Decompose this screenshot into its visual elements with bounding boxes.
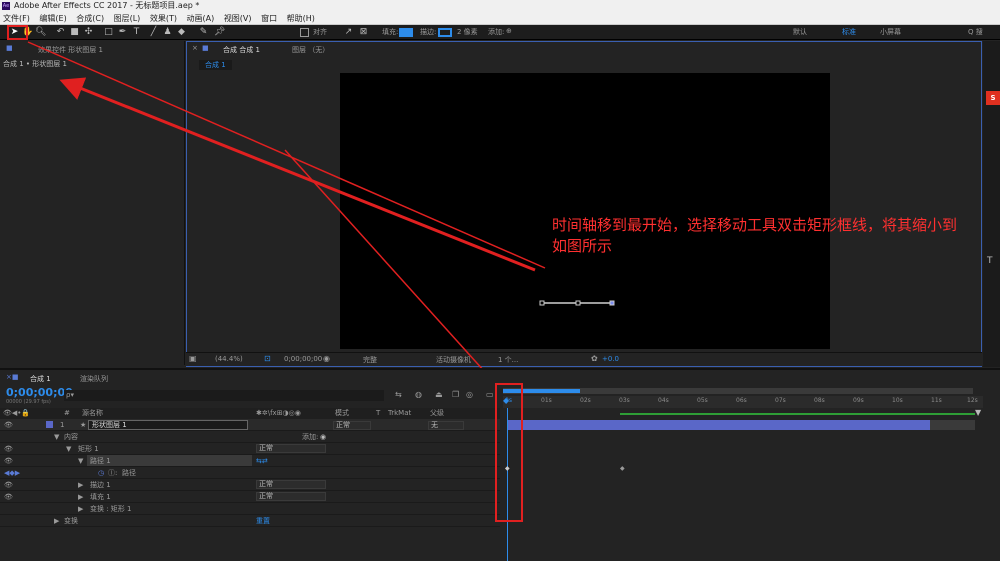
switches-icons: ✱✲\fx⊞◑◎◉	[256, 409, 301, 417]
rectangle-group-label: 矩形 1	[78, 445, 99, 453]
tick-label: 02s	[580, 397, 591, 404]
prop-transform[interactable]: ▶ 变换 重置	[0, 515, 500, 527]
contents-label: 内容	[64, 433, 78, 441]
prop-rectangle-group[interactable]: 👁 ▼ 矩形 1 正常	[0, 443, 500, 455]
tick-label: 06s	[736, 397, 747, 404]
tick-label: 07s	[775, 397, 786, 404]
expand-arrow-icon[interactable]: ▶	[54, 515, 59, 527]
graph-editor-icon[interactable]: ▭	[486, 390, 494, 399]
label-column-icon: #	[64, 409, 70, 417]
col-trkmat: TrkMat	[388, 409, 412, 417]
comp-mini-flowchart-icon[interactable]: ⇆	[395, 390, 402, 399]
fill-blend-select[interactable]: 正常	[256, 492, 326, 501]
hide-shy-icon[interactable]: ⏏	[435, 390, 443, 399]
render-bar	[620, 413, 975, 415]
tick-label: 04s	[658, 397, 669, 404]
expand-arrow-icon[interactable]: ▼	[66, 443, 71, 455]
layer-column-header: 👁◀•🔒 # 源名称 ✱✲\fx⊞◑◎◉ 模式 T TrkMat 父级	[0, 408, 500, 419]
prop-transform-rect[interactable]: ▶ 变换 : 矩形 1	[0, 503, 500, 515]
path-direction-icon[interactable]: ⇆⇄	[256, 455, 268, 467]
keyframe-marker[interactable]: ◆	[620, 465, 625, 472]
timeline-search-input[interactable]: ρ▾	[64, 390, 384, 401]
fill-1-label: 填充 1	[90, 493, 111, 501]
path-label: 路径	[122, 469, 136, 477]
expand-arrow-icon[interactable]: ▶	[78, 479, 83, 491]
expand-arrow-icon[interactable]: ▼	[78, 455, 83, 467]
draft-3d-icon[interactable]: ◍	[415, 390, 422, 399]
transform-rect-label: 变换 : 矩形 1	[90, 505, 132, 513]
col-source-name: 源名称	[82, 409, 103, 417]
visibility-eye-icon[interactable]: 👁	[4, 479, 13, 491]
layer-parent-select[interactable]: 无	[428, 421, 464, 430]
prop-stroke-1[interactable]: 👁 ▶ 描边 1 正常	[0, 479, 500, 491]
keyframe-nav-icon[interactable]: ◀◆▶	[4, 467, 20, 479]
prop-fill-1[interactable]: 👁 ▶ 填充 1 正常	[0, 491, 500, 503]
col-parent: 父级	[430, 409, 444, 417]
transform-reset-link[interactable]: 重置	[256, 515, 270, 527]
prop-path[interactable]: ◀◆▶ ◷ ⓛ: 路径	[0, 467, 500, 479]
add-contents-button[interactable]: 添加:	[302, 431, 318, 443]
frame-blending-icon[interactable]: ❐	[452, 390, 459, 399]
visibility-eye-icon[interactable]: 👁	[4, 491, 13, 503]
col-t: T	[376, 409, 381, 417]
layer-row[interactable]: 👁 1 ★ 形状图层 1 正常 无	[0, 419, 500, 431]
layer-name[interactable]: 形状图层 1	[88, 420, 248, 430]
tick-label: 10s	[892, 397, 903, 404]
stroke-1-label: 描边 1	[90, 481, 111, 489]
tick-label: 03s	[619, 397, 630, 404]
prop-path-1[interactable]: 👁 ▼ 路径 1 ⇆⇄	[0, 455, 500, 467]
rectangle-blend-select[interactable]: 正常	[256, 444, 326, 453]
path-1-label: 路径 1	[87, 455, 252, 466]
tick-label: 08s	[814, 397, 825, 404]
playhead-highlight	[495, 383, 523, 522]
tick-label: 05s	[697, 397, 708, 404]
expand-arrow-icon[interactable]: ▶	[78, 491, 83, 503]
layer-duration-bar[interactable]	[507, 420, 930, 430]
timeline-timecode[interactable]: 0;00;00;00	[6, 386, 73, 399]
timeline-comp-tab[interactable]: 合成 1	[30, 374, 51, 384]
tick-label: 11s	[931, 397, 942, 404]
visibility-eye-icon[interactable]: 👁	[4, 455, 13, 467]
expand-arrow-icon[interactable]: ▼	[54, 431, 59, 443]
transform-label: 变换	[64, 517, 78, 525]
timeline-fps: 00000 (29.97 fps)	[6, 399, 51, 405]
timeline-panel: ×■ 合成 1 渲染队列 0;00;00;00 00000 (29.97 fps…	[0, 368, 1000, 561]
tick-label: 12s	[967, 397, 978, 404]
motion-blur-icon[interactable]: ◎	[466, 390, 473, 399]
col-mode: 模式	[335, 409, 349, 417]
layer-label-color[interactable]	[46, 421, 53, 428]
time-ruler[interactable]: 0s 01s 02s 03s 04s 05s 06s 07s 08s 09s 1…	[503, 396, 983, 408]
expression-link-icon[interactable]: ⓛ:	[108, 467, 117, 479]
tick-label: 09s	[853, 397, 864, 404]
stroke-blend-select[interactable]: 正常	[256, 480, 326, 489]
layer-bar-tail	[930, 420, 975, 430]
shape-layer-star-icon: ★	[80, 421, 87, 429]
visibility-eye-icon[interactable]: 👁	[4, 443, 13, 455]
layer-index: 1	[60, 421, 65, 429]
prop-contents[interactable]: ▼ 内容 添加: ◉	[0, 431, 500, 443]
layer-mode-select[interactable]: 正常	[333, 421, 371, 430]
visibility-eye-icon[interactable]: 👁	[4, 419, 13, 431]
render-queue-tab[interactable]: 渲染队列	[80, 374, 108, 384]
tick-label: 01s	[541, 397, 552, 404]
add-contents-icon[interactable]: ◉	[320, 431, 326, 443]
av-switches-icon: 👁◀•🔒	[3, 409, 31, 417]
timeline-close-icon[interactable]: ×■	[6, 373, 18, 381]
stopwatch-icon[interactable]: ◷	[98, 467, 104, 479]
expand-arrow-icon[interactable]: ▶	[78, 503, 83, 515]
timeline-zoom-icon[interactable]: ▼	[975, 408, 981, 417]
